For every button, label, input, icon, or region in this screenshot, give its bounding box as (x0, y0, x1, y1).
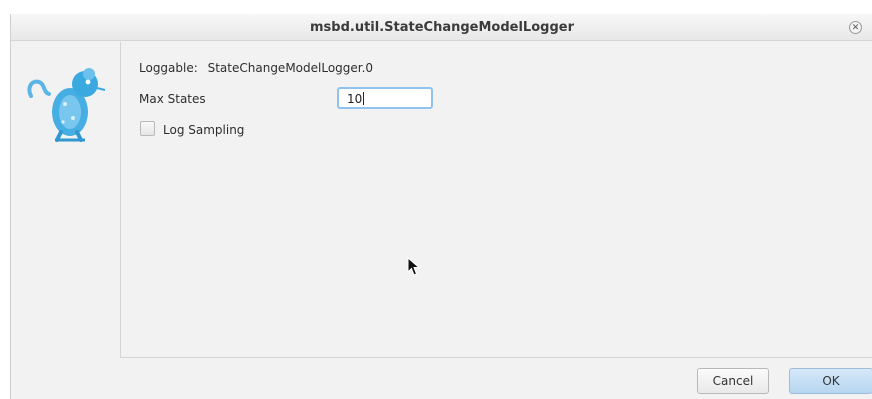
rat-logo-icon (27, 68, 106, 142)
dialog-window: msbd.util.StateChangeModelLogger ✕ Logga… (10, 14, 872, 399)
max-states-value: 10 (347, 92, 363, 106)
logo-pane (11, 42, 119, 358)
cancel-button[interactable]: Cancel (697, 368, 769, 394)
max-states-label: Max States (139, 92, 206, 106)
window-title: msbd.util.StateChangeModelLogger (310, 20, 574, 35)
form-panel: Loggable: StateChangeModelLogger.0 Max S… (120, 42, 872, 358)
title-bar[interactable]: msbd.util.StateChangeModelLogger ✕ (11, 14, 872, 41)
mouse-pointer-icon (407, 257, 421, 276)
log-sampling-label[interactable]: Log Sampling (163, 123, 244, 137)
log-sampling-checkbox[interactable] (140, 121, 155, 136)
loggable-label: Loggable: (139, 61, 198, 75)
loggable-value: StateChangeModelLogger.0 (207, 61, 374, 75)
close-icon[interactable]: ✕ (849, 21, 862, 34)
text-caret (363, 92, 365, 105)
ok-button[interactable]: OK (789, 368, 872, 394)
max-states-input[interactable]: 10 (337, 87, 433, 109)
loggable-row: Loggable: StateChangeModelLogger.0 (139, 61, 373, 75)
